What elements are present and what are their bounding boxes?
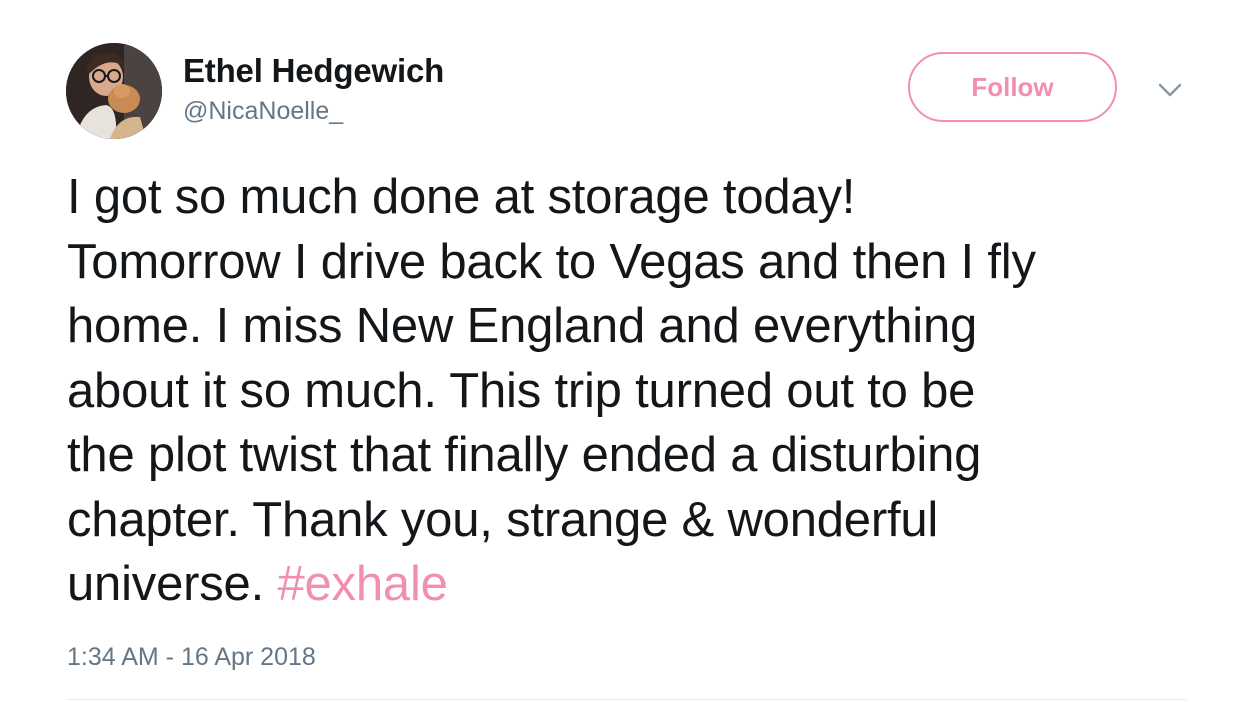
- tweet-line: about it so much. This trip turned out t…: [67, 363, 976, 418]
- chevron-down-icon[interactable]: [1156, 80, 1184, 100]
- user-handle[interactable]: @NicaNoelle_: [183, 97, 343, 126]
- tweet-timestamp[interactable]: 1:34 AM - 16 Apr 2018: [67, 643, 316, 672]
- tweet-line: the plot twist that finally ended a dist…: [67, 428, 982, 482]
- tweet-line: home. I miss New England and everything: [67, 299, 978, 353]
- follow-button[interactable]: Follow: [908, 52, 1117, 122]
- tweet-line: universe.: [67, 557, 265, 611]
- tweet-text: I got so much done at storage today! Tom…: [67, 165, 1217, 617]
- profile-photo: [66, 43, 162, 139]
- tweet-last-line: universe. #exhale: [67, 552, 1217, 617]
- display-name[interactable]: Ethel Hedgewich: [183, 52, 444, 90]
- tweet-line: I got so much done at storage today!: [67, 170, 856, 224]
- hashtag-link[interactable]: #exhale: [277, 557, 447, 611]
- avatar[interactable]: [66, 43, 162, 139]
- tweet-line: chapter. Thank you, strange & wonderful: [67, 492, 939, 547]
- divider: [66, 699, 1187, 700]
- tweet-line: Tomorrow I drive back to Vegas and then …: [67, 234, 1036, 289]
